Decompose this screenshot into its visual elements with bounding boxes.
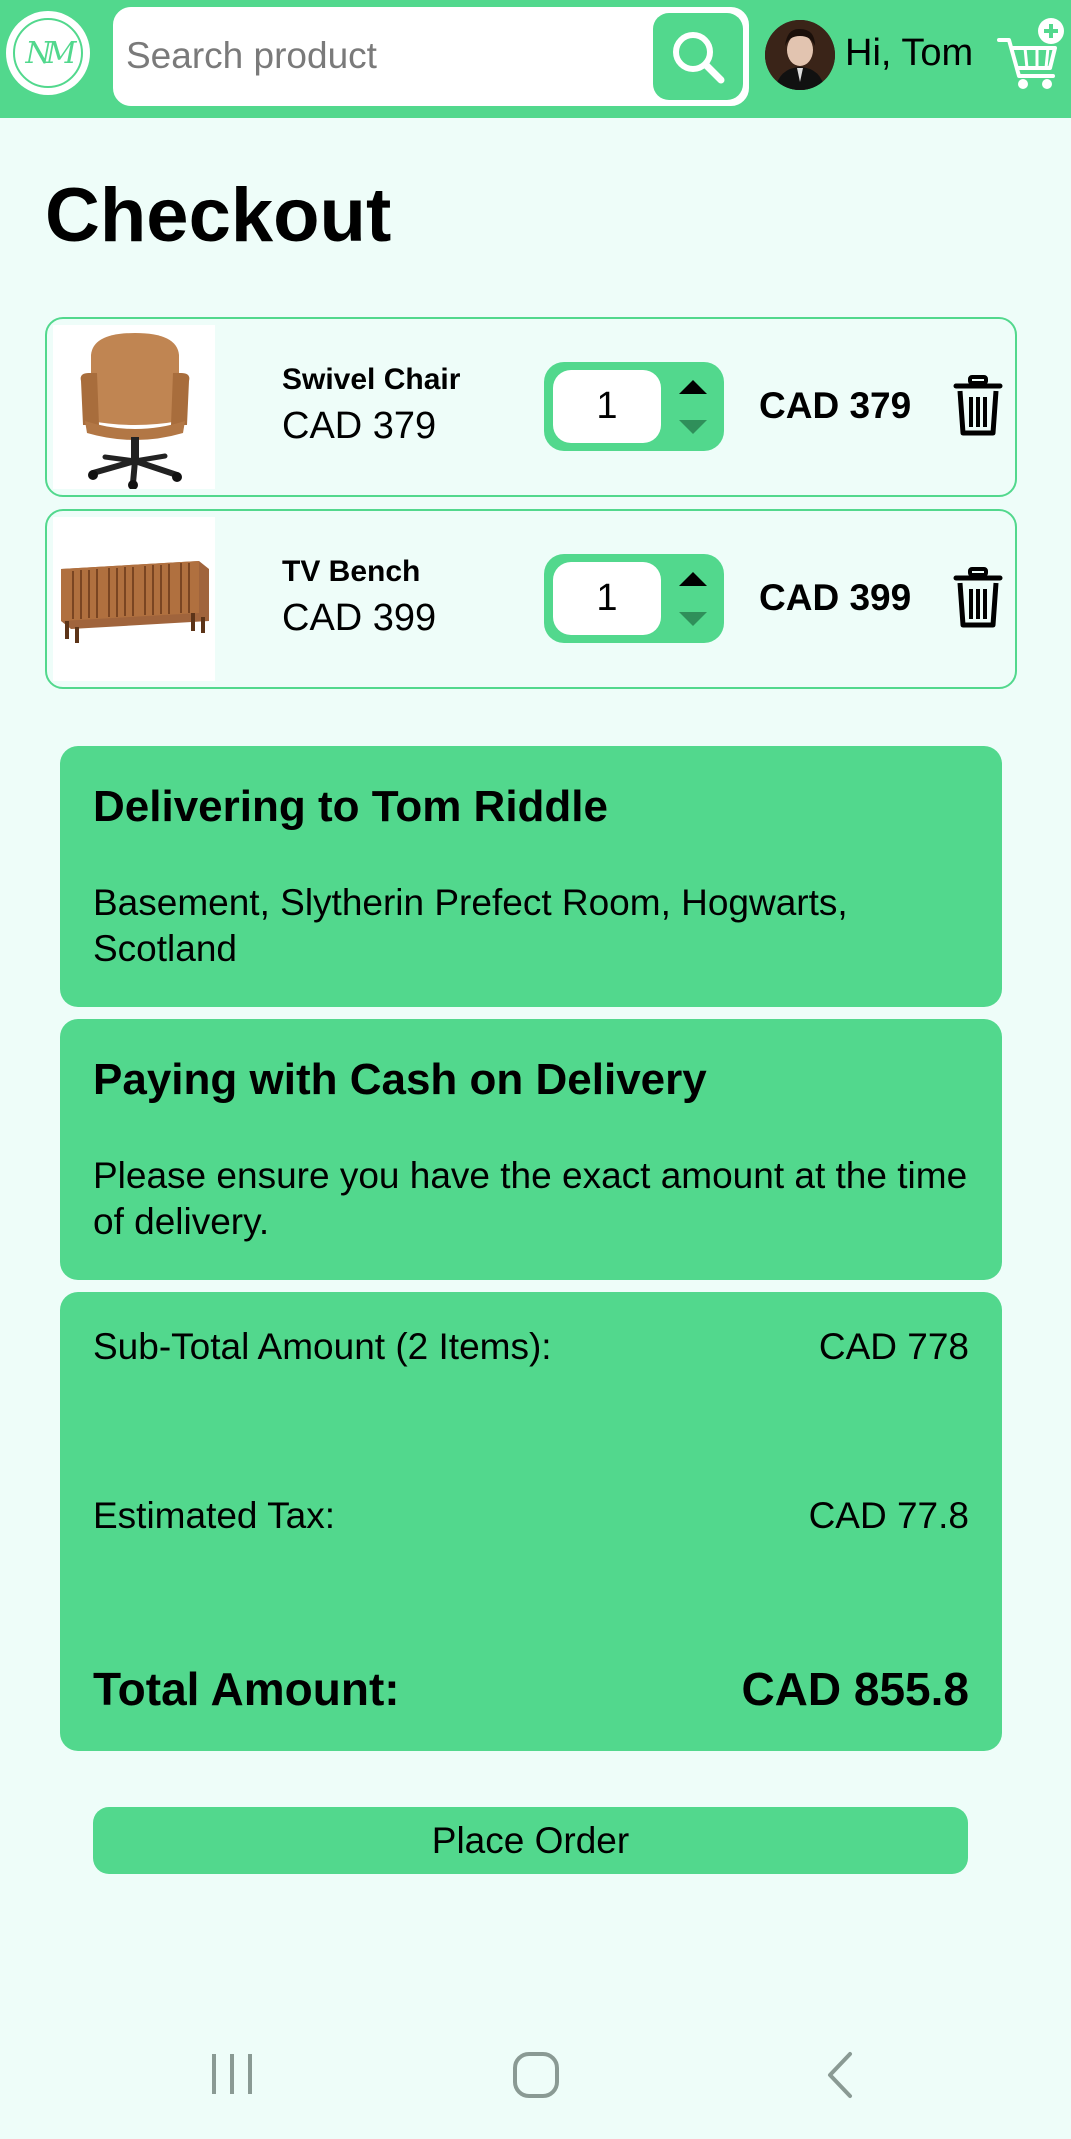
cart-item: TV Bench CAD 399 CAD 399 (45, 509, 1017, 689)
tax-row: Estimated Tax: CAD 77.8 (93, 1495, 969, 1537)
payment-title: Paying with Cash on Delivery (93, 1055, 707, 1104)
quantity-stepper (544, 554, 724, 643)
product-unit-price: CAD 379 (282, 405, 437, 447)
product-unit-price: CAD 399 (282, 597, 437, 639)
payment-note: Please ensure you have the exact amount … (93, 1155, 968, 1242)
trash-icon (953, 375, 1003, 436)
line-total: CAD 399 (759, 577, 912, 618)
user-greeting[interactable]: Hi, Tom (845, 32, 973, 75)
cart-add-icon (997, 18, 1064, 89)
subtotal-row: Sub-Total Amount (2 Items): CAD 778 (93, 1326, 969, 1368)
swivel-chair-image (80, 333, 190, 490)
cart-item: Swivel Chair CAD 379 CAD 379 (45, 317, 1017, 497)
product-name[interactable]: Swivel Chair (282, 363, 460, 397)
line-total: CAD 379 (759, 385, 912, 426)
tv-bench-image (61, 561, 209, 643)
total-value: CAD 855.8 (741, 1663, 969, 1715)
place-order-button[interactable]: Place Order (93, 1807, 968, 1874)
recent-apps-icon (212, 2054, 252, 2094)
product-image[interactable] (53, 325, 215, 490)
tax-label: Estimated Tax: (93, 1495, 335, 1536)
order-summary: Sub-Total Amount (2 Items): CAD 778 Esti… (60, 1292, 1002, 1751)
brand-logo[interactable]: NM (6, 11, 90, 95)
quantity-decrease-button[interactable] (677, 602, 709, 632)
product-image[interactable] (53, 517, 215, 681)
home-icon (513, 2052, 559, 2098)
profile-photo (765, 20, 835, 90)
subtotal-label: Sub-Total Amount (2 Items): (93, 1326, 552, 1367)
product-name[interactable]: TV Bench (282, 555, 420, 589)
search-button[interactable] (653, 13, 743, 100)
arrow-down-icon (679, 612, 707, 626)
quantity-increase-button[interactable] (677, 372, 709, 402)
delivery-address: Basement, Slytherin Prefect Room, Hogwar… (93, 882, 848, 969)
top-bar: NM Hi, Tom (0, 0, 1071, 118)
subtotal-value: CAD 778 (818, 1326, 969, 1367)
delivery-card: Delivering to Tom Riddle Basement, Slyth… (60, 746, 1002, 1007)
home-button[interactable] (511, 2050, 561, 2105)
arrow-up-icon (679, 380, 707, 394)
remove-item-button[interactable] (953, 375, 1003, 437)
search-input[interactable] (126, 26, 646, 86)
search-bar (113, 7, 749, 106)
recent-apps-button[interactable] (208, 2050, 256, 2103)
quantity-decrease-button[interactable] (677, 410, 709, 440)
total-row: Total Amount: CAD 855.8 (93, 1662, 969, 1716)
quantity-increase-button[interactable] (677, 564, 709, 594)
quantity-stepper (544, 362, 724, 451)
tax-value: CAD 77.8 (808, 1495, 969, 1536)
arrow-down-icon (679, 420, 707, 434)
page-title: Checkout (45, 173, 392, 258)
quantity-input[interactable] (553, 562, 661, 635)
payment-card: Paying with Cash on Delivery Please ensu… (60, 1019, 1002, 1280)
arrow-up-icon (679, 572, 707, 586)
total-label: Total Amount: (93, 1663, 400, 1715)
avatar[interactable] (765, 20, 835, 90)
delivery-title: Delivering to Tom Riddle (93, 782, 609, 831)
cart-button[interactable] (995, 14, 1065, 94)
quantity-input[interactable] (553, 370, 661, 443)
system-nav-bar (0, 2030, 1071, 2130)
remove-item-button[interactable] (953, 567, 1003, 629)
logo-monogram: NM (13, 18, 83, 88)
trash-icon (953, 567, 1003, 628)
search-icon (673, 31, 725, 83)
back-icon (828, 2052, 852, 2098)
back-button[interactable] (820, 2050, 860, 2105)
